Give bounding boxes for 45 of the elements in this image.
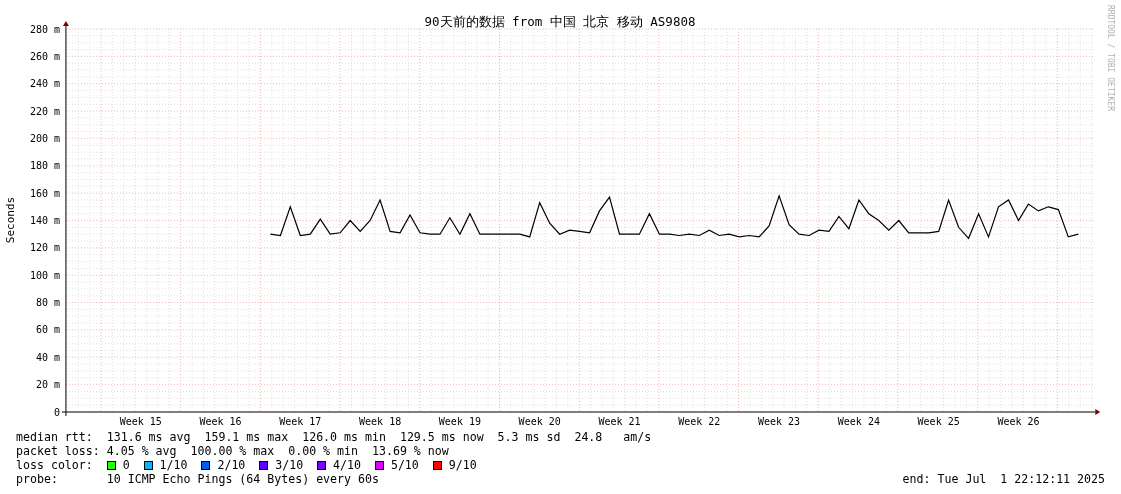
x-tick-label: Week 23	[758, 416, 801, 427]
x-tick-label: Week 18	[359, 416, 402, 427]
y-tick-label: 240 m	[29, 78, 60, 90]
y-tick-label: 120 m	[29, 242, 60, 254]
legend-item-label: 1/10	[159, 458, 188, 472]
legend-item-label: 5/10	[390, 458, 419, 472]
stat-value: 4.05 % avg 100.00 % max 0.00 % min 13.69 % now	[106, 444, 449, 458]
y-tick-label: 180 m	[29, 160, 60, 172]
x-tick-label: Week 16	[199, 416, 242, 427]
y-tick-label: 260 m	[29, 50, 60, 62]
y-tick-label: 0	[53, 406, 60, 418]
chart-title: 90天前的数据 from 中国 北京 移动 AS9808	[424, 14, 696, 29]
stat-value: 131.6 ms avg 159.1 ms max 126.0 ms min 129.5 ms now 5.3 ms sd 24.8 am/s	[106, 430, 652, 444]
credit-text: RRDTOOL / TOBI OETIKER	[1106, 5, 1115, 111]
stat-label: median rtt:	[16, 430, 94, 444]
legend-item-label: 3/10	[275, 458, 304, 472]
legend-label: loss color:	[16, 458, 94, 472]
y-tick-label: 80 m	[35, 297, 60, 309]
y-tick-label: 200 m	[29, 132, 60, 144]
legend-item-label: 0	[122, 458, 130, 472]
x-tick-label: Week 26	[997, 416, 1040, 427]
end-time: end: Tue Jul 1 22:12:11 2025	[902, 472, 1105, 486]
y-tick-label: 140 m	[29, 215, 60, 226]
y-axis-label: Seconds	[4, 196, 17, 244]
y-tick-label: 280 m	[29, 23, 60, 35]
x-tick-label: Week 15	[119, 416, 162, 427]
y-tick-label: 20 m	[35, 379, 60, 391]
x-tick-label: Week 22	[678, 416, 721, 427]
legend-item-label: 4/10	[333, 458, 361, 472]
x-tick-label: Week 25	[917, 416, 960, 427]
legend-item-label: 2/10	[217, 458, 246, 472]
x-tick-label: Week 24	[837, 416, 880, 427]
x-tick-label: Week 21	[598, 416, 641, 427]
legend-item-label: 9/10	[448, 458, 477, 472]
x-tick-label: Week 17	[279, 416, 322, 427]
y-tick-label: 100 m	[29, 269, 60, 281]
stat-label: packet loss:	[16, 444, 101, 458]
x-tick-label: Week 19	[438, 416, 481, 427]
probe-label: probe:	[16, 472, 59, 486]
y-tick-label: 160 m	[29, 187, 60, 199]
x-tick-label: Week 20	[518, 416, 561, 427]
y-tick-label: 60 m	[35, 324, 60, 336]
y-tick-label: 40 m	[35, 351, 60, 363]
probe-value: 10 ICMP Echo Pings (64 Bytes) every 60s	[106, 472, 379, 486]
y-tick-label: 220 m	[29, 105, 60, 117]
